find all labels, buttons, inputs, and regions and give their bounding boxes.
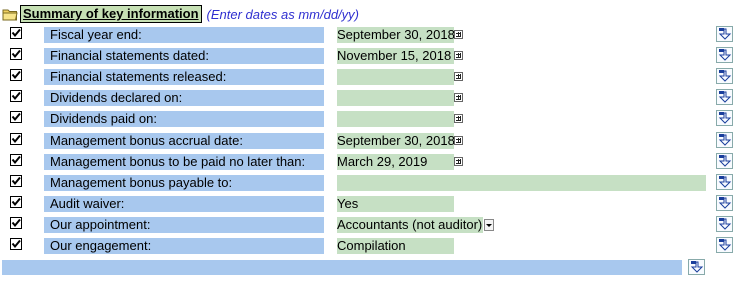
field-label: Dividends paid on: <box>44 111 324 127</box>
row-checkbox[interactable] <box>9 153 24 168</box>
section-header: Summary of key information (Enter dates … <box>2 4 359 24</box>
form-row: Management bonus to be paid no later tha… <box>0 153 744 171</box>
row-checkbox[interactable] <box>9 174 24 189</box>
field-label: Management bonus to be paid no later tha… <box>44 154 324 170</box>
calendar-icon[interactable] <box>454 157 463 166</box>
row-checkbox[interactable] <box>9 237 24 252</box>
insert-row-icon[interactable] <box>716 26 733 42</box>
insert-row-icon[interactable] <box>716 47 733 63</box>
field-label: Our appointment: <box>44 217 324 233</box>
row-checkbox[interactable] <box>9 195 24 210</box>
row-checkbox[interactable] <box>9 216 24 231</box>
field-label: Financial statements dated: <box>44 48 324 64</box>
field-value[interactable]: March 29, 2019 <box>337 154 454 170</box>
field-value[interactable]: November 15, 2018 <box>337 48 454 64</box>
form-row: Fiscal year end: September 30, 2018 <box>0 26 744 44</box>
folder-icon[interactable] <box>2 7 18 21</box>
form-row: Our appointment: Accountants (not auditor… <box>0 216 744 234</box>
row-checkbox[interactable] <box>9 89 24 104</box>
field-label: Management bonus payable to: <box>44 175 324 191</box>
insert-row-icon[interactable] <box>716 89 733 105</box>
form-row: Our engagement: Compilation <box>0 237 744 255</box>
section-title[interactable]: Summary of key information <box>20 5 202 23</box>
calendar-icon[interactable] <box>454 136 463 145</box>
insert-row-icon[interactable] <box>716 132 733 148</box>
chevron-down-icon[interactable] <box>484 219 494 231</box>
insert-row-icon[interactable] <box>716 216 733 232</box>
form-row: Management bonus accrual date: September … <box>0 132 744 150</box>
calendar-icon[interactable] <box>454 114 463 123</box>
form-row: Dividends declared on: <box>0 89 744 107</box>
row-checkbox[interactable] <box>9 132 24 147</box>
field-label: Audit waiver: <box>44 196 324 212</box>
calendar-icon[interactable] <box>454 30 463 39</box>
calendar-icon[interactable] <box>454 93 463 102</box>
form-row: Audit waiver: Yes <box>0 195 744 213</box>
insert-row-icon[interactable] <box>716 174 733 190</box>
field-value[interactable]: Yes <box>337 196 454 212</box>
field-value[interactable]: Compilation <box>337 238 454 254</box>
field-label: Dividends declared on: <box>44 90 324 106</box>
date-format-hint: (Enter dates as mm/dd/yy) <box>206 6 359 22</box>
field-value[interactable]: September 30, 2018 <box>337 27 454 43</box>
field-value[interactable] <box>337 111 454 127</box>
calendar-icon[interactable] <box>454 72 463 81</box>
form-row: Financial statements released: <box>0 68 744 86</box>
insert-row-icon[interactable] <box>716 237 733 253</box>
insert-row-icon[interactable] <box>716 110 733 126</box>
row-checkbox[interactable] <box>9 110 24 125</box>
insert-row-icon[interactable] <box>716 68 733 84</box>
field-label: Financial statements released: <box>44 69 324 85</box>
field-value[interactable]: September 30, 2018 <box>337 133 454 149</box>
form-row: Management bonus payable to: <box>0 174 744 192</box>
row-checkbox[interactable] <box>9 26 24 41</box>
form-row: Dividends paid on: <box>0 110 744 128</box>
insert-row-icon[interactable] <box>716 195 733 211</box>
insert-row-icon[interactable] <box>716 153 733 169</box>
field-value[interactable] <box>337 69 454 85</box>
row-checkbox[interactable] <box>9 47 24 62</box>
field-label: Our engagement: <box>44 238 324 254</box>
field-label: Fiscal year end: <box>44 27 324 43</box>
form-row: Financial statements dated: November 15, … <box>0 47 744 65</box>
field-value[interactable] <box>337 175 706 191</box>
field-value[interactable]: Accountants (not auditor) <box>337 217 483 233</box>
footer-bar <box>2 260 682 275</box>
field-label: Management bonus accrual date: <box>44 133 324 149</box>
row-checkbox[interactable] <box>9 68 24 83</box>
field-value[interactable] <box>337 90 454 106</box>
calendar-icon[interactable] <box>454 51 463 60</box>
insert-row-icon[interactable] <box>688 259 705 275</box>
